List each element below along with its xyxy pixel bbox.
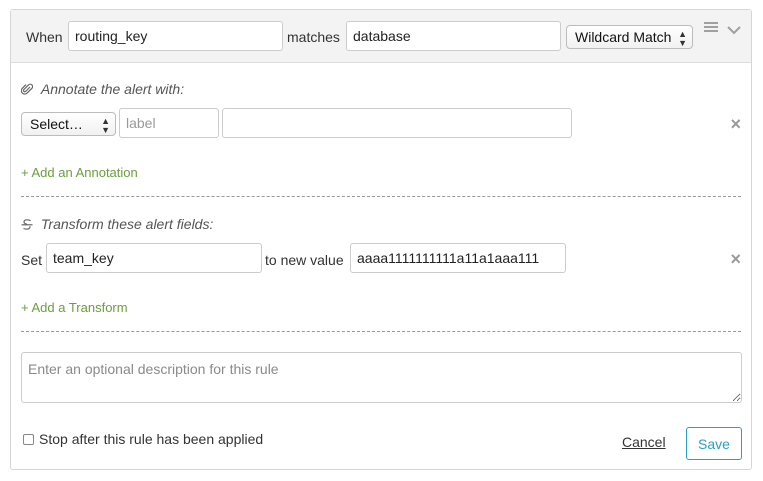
match-type-value: Wildcard Match xyxy=(575,29,672,45)
annotation-type-value: Select… xyxy=(30,116,83,132)
remove-transform-icon[interactable]: × xyxy=(730,250,741,268)
stop-after-checkbox[interactable] xyxy=(23,434,34,445)
add-annotation-link[interactable]: + Add an Annotation xyxy=(21,165,138,181)
select-arrows-icon: ▲ ▼ xyxy=(678,29,687,48)
annotation-value-input[interactable] xyxy=(222,108,572,138)
annotate-title-text: Annotate the alert with: xyxy=(40,81,185,97)
transform-title-text: Transform these alert fields: xyxy=(40,216,214,232)
save-button[interactable]: Save xyxy=(686,427,742,460)
select-arrows-icon: ▲ ▼ xyxy=(101,116,110,135)
cancel-button[interactable]: Cancel xyxy=(622,433,666,451)
transform-field-input[interactable] xyxy=(46,243,262,273)
transform-section-title: Transform these alert fields: xyxy=(21,215,213,233)
match-field-input[interactable] xyxy=(68,21,283,51)
rule-header: When matches Wildcard Match ▲▼ xyxy=(11,10,751,63)
set-label: Set xyxy=(21,252,43,268)
stop-after-label: Stop after this rule has been applied xyxy=(39,431,264,447)
transform-new-value-input[interactable] xyxy=(350,243,566,273)
match-pattern-input[interactable] xyxy=(346,21,561,51)
add-transform-link[interactable]: + Add a Transform xyxy=(21,300,128,316)
match-type-select[interactable]: Wildcard Match ▲ ▼ xyxy=(566,25,693,49)
to-new-value-label: to new value xyxy=(265,252,344,268)
annotation-type-select[interactable]: Select… ▲ ▼ xyxy=(21,112,116,136)
strikethrough-icon xyxy=(21,216,37,232)
matches-label: matches xyxy=(287,29,340,45)
annotation-label-input[interactable] xyxy=(119,108,219,138)
chevron-down-icon[interactable] xyxy=(727,22,741,38)
section-divider xyxy=(21,331,741,332)
when-label: When xyxy=(26,29,63,45)
rule-description-textarea[interactable] xyxy=(21,352,742,403)
remove-annotation-icon[interactable]: × xyxy=(730,115,741,133)
annotate-section-title: Annotate the alert with: xyxy=(20,80,185,98)
section-divider xyxy=(21,196,741,197)
paperclip-icon xyxy=(20,81,37,97)
rule-card: When matches Wildcard Match ▲▼ Annotate … xyxy=(10,9,752,470)
hamburger-icon[interactable] xyxy=(704,20,718,37)
